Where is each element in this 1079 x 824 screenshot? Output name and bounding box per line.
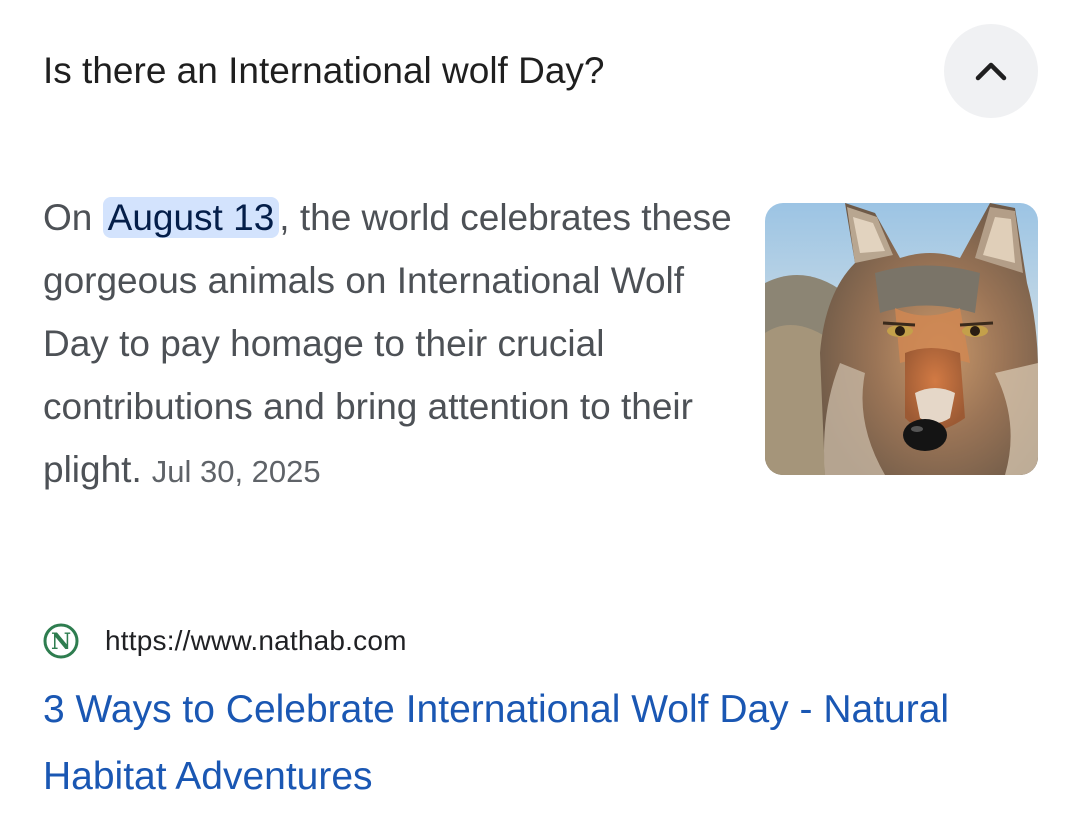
answer-date: Jul 30, 2025 [151,454,321,489]
answer-body: , the world celebrates these gorgeous an… [43,197,732,490]
wolf-thumbnail[interactable] [765,203,1038,475]
answer-prefix: On [43,197,103,238]
result-title-link[interactable]: 3 Ways to Celebrate International Wolf D… [43,676,1043,810]
answer-snippet: On August 13, the world celebrates these… [43,186,733,503]
wolf-image [765,203,1038,475]
source-row[interactable]: N https://www.nathab.com [43,619,407,663]
svg-text:N: N [51,629,71,655]
nathab-favicon-icon: N [43,623,79,659]
chevron-up-icon [975,62,1007,81]
question-title: Is there an International wolf Day? [43,50,605,91]
source-url[interactable]: https://www.nathab.com [105,625,407,657]
question-header[interactable]: Is there an International wolf Day? [0,0,1079,140]
collapse-button[interactable] [944,24,1038,118]
answer-highlight: August 13 [102,197,280,238]
